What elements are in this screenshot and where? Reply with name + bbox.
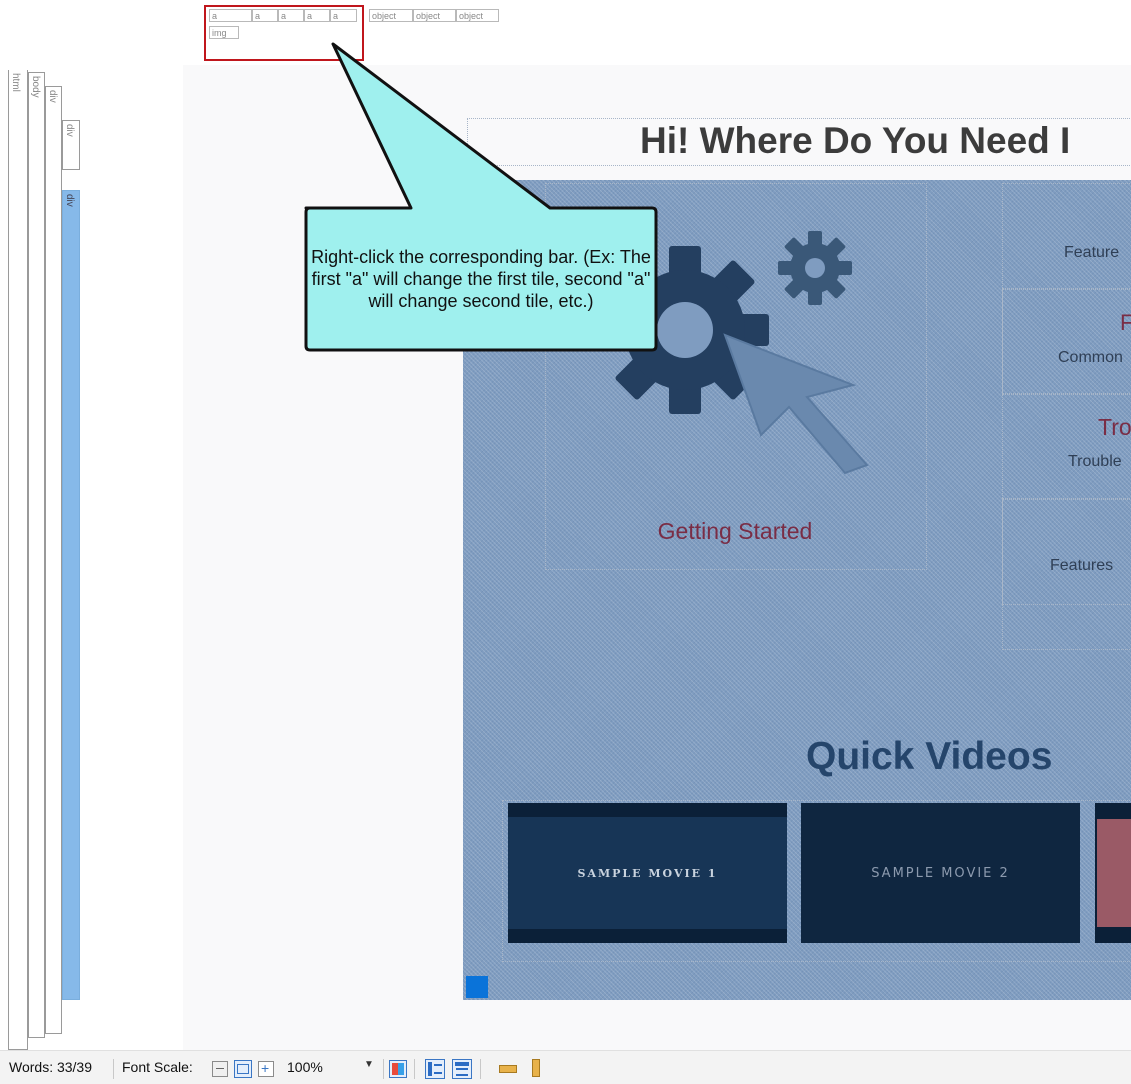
font-scale-label: Font Scale:	[122, 1059, 193, 1075]
callout-bubble	[304, 42, 658, 352]
zoom-dropdown-icon[interactable]: ▼	[364, 1059, 374, 1070]
100-icon	[237, 1064, 249, 1074]
status-separator-1	[113, 1059, 114, 1079]
word-count: Words: 33/39	[9, 1059, 93, 1075]
color-view-button[interactable]	[389, 1060, 407, 1078]
layout-top-lines	[456, 1068, 468, 1076]
layout-left-icon	[428, 1062, 432, 1076]
status-separator-3	[414, 1059, 415, 1079]
font-scale-increase-button[interactable]: +	[258, 1060, 274, 1077]
minus-icon	[216, 1068, 224, 1069]
status-bar: Words: 33/39 Font Scale: + 100% ▼	[0, 1050, 1131, 1084]
callout-text: Right-click the corresponding bar. (Ex: …	[311, 247, 651, 311]
layout-top-icon	[455, 1062, 469, 1066]
status-separator-4	[480, 1059, 481, 1079]
color-icon	[392, 1063, 404, 1075]
layout-left-lines	[434, 1064, 442, 1074]
status-separator-2	[383, 1059, 384, 1079]
font-scale-reset-button[interactable]	[234, 1060, 252, 1078]
zoom-level: 100%	[287, 1059, 323, 1075]
plus-icon: +	[261, 1060, 270, 1076]
structure-top-button[interactable]	[452, 1059, 472, 1079]
structure-left-button[interactable]	[425, 1059, 445, 1079]
ruler-vertical-icon[interactable]	[532, 1059, 540, 1077]
ruler-horizontal-icon[interactable]	[499, 1065, 517, 1073]
font-scale-decrease-button[interactable]	[212, 1061, 228, 1077]
